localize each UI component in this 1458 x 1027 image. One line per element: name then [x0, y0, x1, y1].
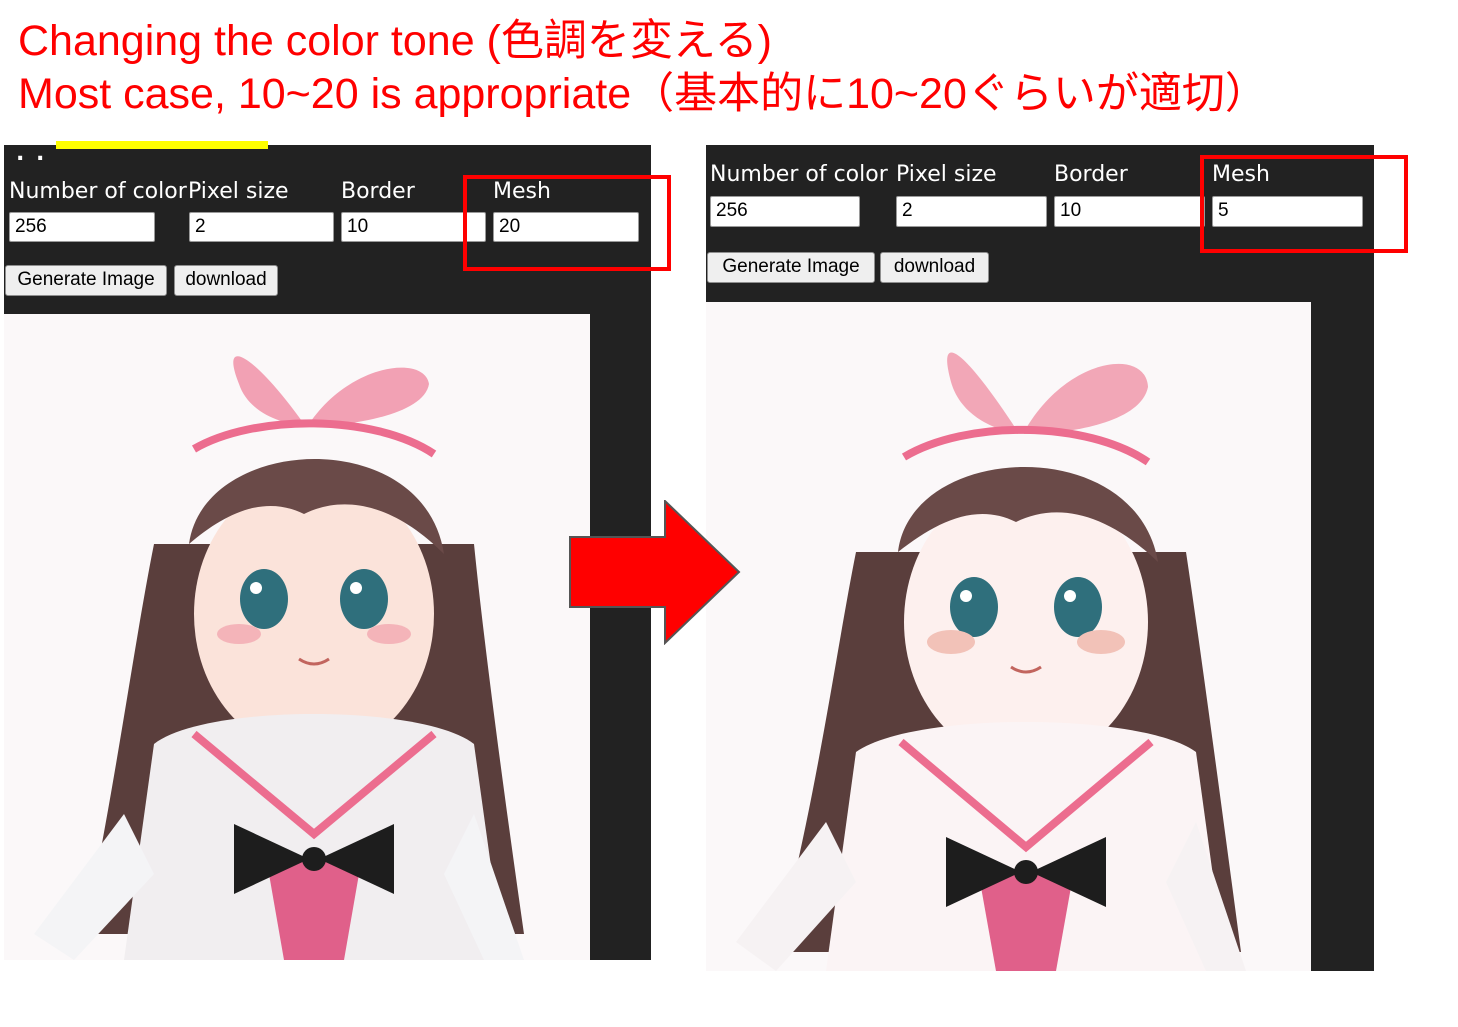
label-number-of-color: Number of color	[710, 162, 888, 187]
generate-image-button[interactable]: Generate Image	[5, 265, 167, 296]
label-border: Border	[1054, 162, 1128, 187]
download-button[interactable]: download	[174, 265, 278, 296]
number-of-color-input[interactable]: 256	[9, 212, 155, 242]
label-border: Border	[341, 179, 415, 204]
generate-image-button[interactable]: Generate Image	[707, 252, 875, 283]
generated-image-canvas	[706, 302, 1311, 971]
border-input[interactable]: 10	[1054, 196, 1205, 227]
character-image	[736, 352, 1246, 971]
mesh-highlight-box	[463, 175, 671, 271]
caption-subtitle: Most case, 10~20 is appropriate（基本的に10~2…	[18, 70, 1268, 118]
cut-off-heading: . .	[16, 141, 269, 166]
label-pixel-size: Pixel size	[188, 179, 289, 204]
pixel-size-input[interactable]: 2	[896, 196, 1047, 227]
generated-image-canvas	[4, 314, 590, 960]
download-button[interactable]: download	[880, 252, 989, 283]
label-pixel-size: Pixel size	[896, 162, 997, 187]
mesh-highlight-box	[1200, 155, 1408, 253]
character-image	[34, 356, 524, 960]
right-app-panel: Number of color Pixel size Border Mesh 2…	[706, 145, 1374, 971]
number-of-color-input[interactable]: 256	[710, 196, 860, 227]
caption-title: Changing the color tone (色調を変える)	[18, 17, 772, 65]
right-arrow-icon	[569, 500, 741, 645]
pixel-size-input[interactable]: 2	[189, 212, 334, 242]
label-number-of-color: Number of color	[9, 179, 187, 204]
